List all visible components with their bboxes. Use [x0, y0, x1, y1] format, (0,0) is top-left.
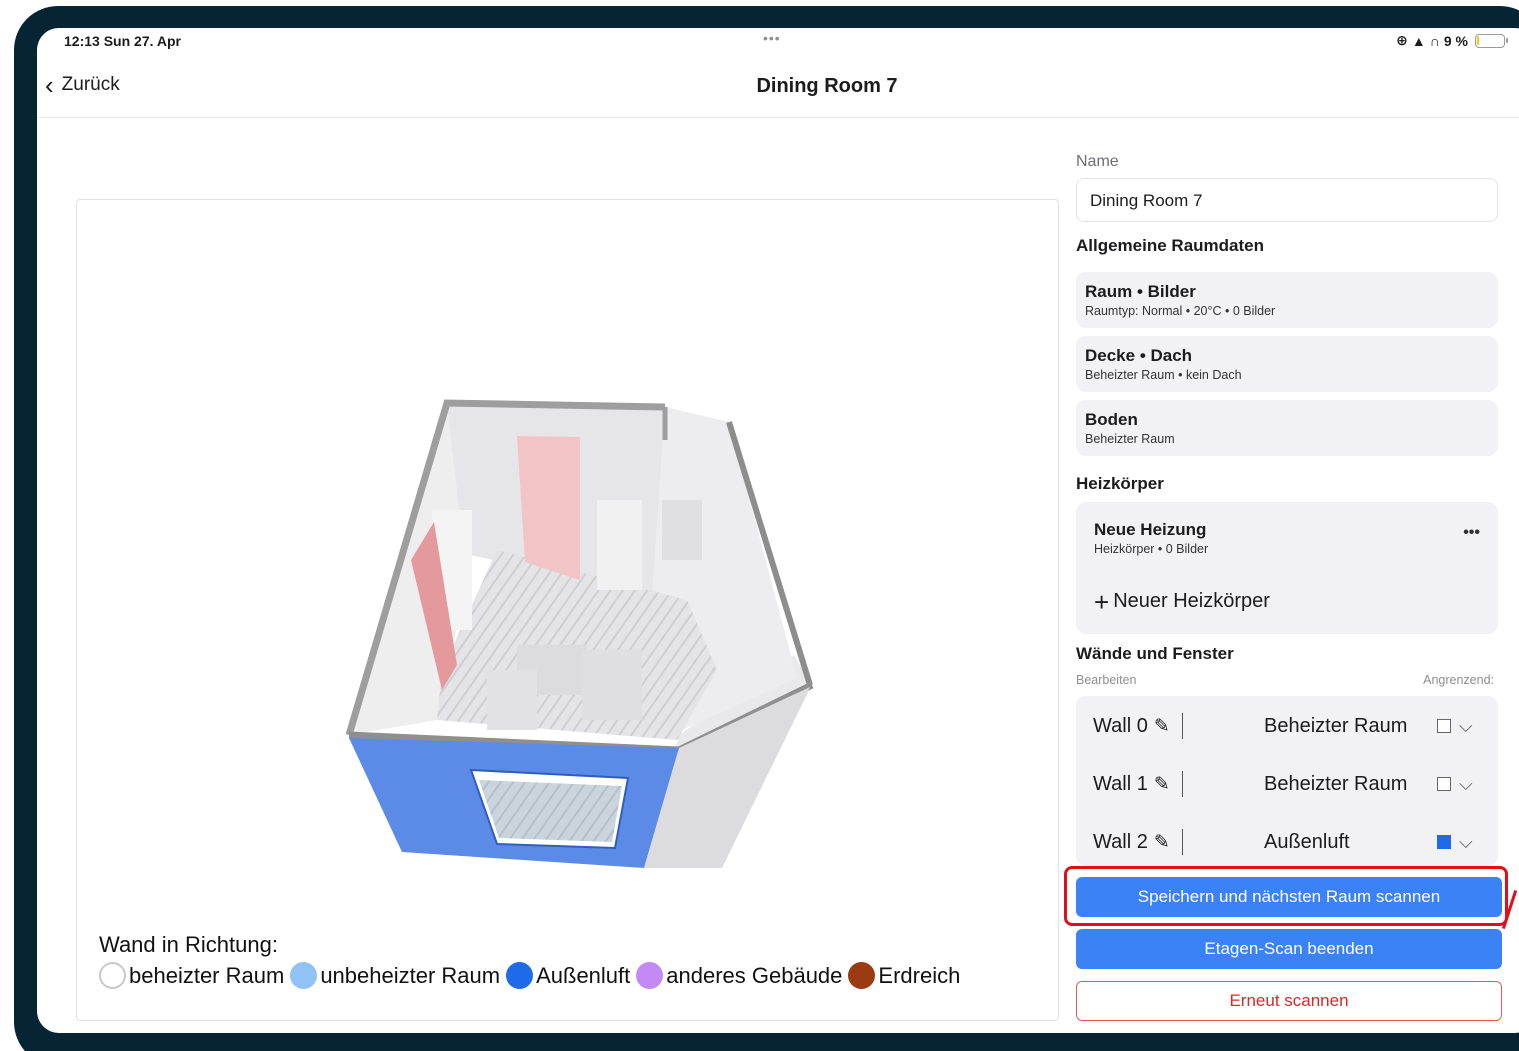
legend-items: beheizter Raum unbeheizter Raum Außenluf… [99, 962, 966, 989]
headphones-icon: ∩ [1429, 32, 1440, 49]
walls-adjacent-label: Angrenzend: [1423, 673, 1494, 687]
status-bar: 12:13 Sun 27. Apr ••• ⊕ ▲ ∩ 9 % [37, 28, 1519, 54]
legend-label-ground: Erdreich [878, 962, 961, 988]
pencil-icon[interactable]: ✎ [1154, 715, 1170, 738]
room-3d-model[interactable] [77, 200, 1060, 1022]
battery-percent: 9 % [1443, 32, 1468, 49]
legend-item-other-building: anderes Gebäude [636, 962, 842, 989]
rescan-button[interactable]: Erneut scannen [1076, 981, 1502, 1021]
legend-label-other-building: anderes Gebäude [666, 962, 843, 988]
legend-item-unheated: unbeheizter Raum [290, 962, 500, 989]
wall-name: Wall 0 [1093, 714, 1148, 737]
card-subtitle: Beheizter Raum [1085, 432, 1175, 446]
wall-adjacent: Außenluft [1264, 830, 1350, 853]
name-label: Name [1076, 153, 1119, 170]
plus-icon: + [1094, 586, 1110, 617]
card-subtitle: Raumtyp: Normal • 20°C • 0 Bilder [1085, 304, 1276, 318]
legend-dot-unheated [290, 962, 318, 989]
heater-subtitle: Heizkörper • 0 Bilder [1094, 542, 1209, 556]
status-time: 12:13 Sun 27. Apr [64, 33, 181, 49]
wall-color-swatch [1437, 719, 1451, 733]
legend-item-ground: Erdreich [848, 962, 960, 989]
ceiling-roof-card[interactable]: Decke • Dach Beheizter Raum • kein Dach [1076, 336, 1498, 392]
room-name-input[interactable]: Dining Room 7 [1076, 178, 1498, 222]
heater-title[interactable]: Neue Heizung [1094, 520, 1480, 540]
wall-name: Wall 1 [1093, 772, 1148, 795]
legend-item-outside-air: Außenluft [506, 962, 630, 989]
add-heater-label: Neuer Heizkörper [1113, 590, 1270, 612]
device: 12:13 Sun 27. Apr ••• ⊕ ▲ ∩ 9 % ‹ Zurück… [0, 0, 1519, 1051]
walls-edit-label: Bearbeiten [1076, 673, 1137, 687]
general-section-title: Allgemeine Raumdaten [1076, 236, 1264, 255]
link-icon: ⊕ [1396, 32, 1408, 48]
card-subtitle: Beheizter Raum • kein Dach [1085, 368, 1242, 382]
furniture [597, 500, 642, 590]
pencil-icon[interactable]: ✎ [1154, 773, 1170, 796]
legend-dot-other-building [636, 962, 664, 989]
wall-row[interactable]: Wall 0 ✎ Beheizter Raum ⌵ [1076, 697, 1498, 755]
furniture [582, 650, 642, 720]
finish-floor-scan-button[interactable]: Etagen-Scan beenden [1076, 929, 1502, 969]
legend-item-heated: beheizter Raum [99, 962, 284, 989]
highlight-annotation [1064, 866, 1508, 926]
more-options-icon[interactable]: ••• [1463, 524, 1480, 542]
room-images-card[interactable]: Raum • Bilder Raumtyp: Normal • 20°C • 0… [1076, 272, 1498, 328]
wall-direction-legend: Wand in Richtung: beheizter Raum unbehei… [99, 932, 966, 989]
wall-adjacent: Beheizter Raum [1264, 772, 1408, 795]
status-icons: ⊕ ▲ ∩ 9 % [1396, 32, 1508, 49]
walls-section-title: Wände und Fenster [1076, 644, 1234, 663]
room-model-viewer[interactable]: Wand in Richtung: beheizter Raum unbehei… [76, 199, 1059, 1021]
walls-list: Wall 0 ✎ Beheizter Raum ⌵ Wall 1 ✎ Behei… [1076, 696, 1498, 866]
furniture [487, 670, 537, 730]
heating-section-title: Heizkörper [1076, 474, 1164, 493]
wall-name: Wall 2 [1093, 830, 1148, 853]
chevron-down-icon[interactable]: ⌵ [1459, 832, 1473, 853]
page-title: Dining Room 7 [756, 75, 898, 97]
wall-color-swatch [1437, 835, 1451, 849]
battery-icon [1475, 33, 1508, 48]
heater-card: Neue Heizung Heizkörper • 0 Bilder ••• +… [1076, 502, 1498, 634]
add-heater-button[interactable]: + Neuer Heizkörper [1094, 586, 1270, 617]
legend-label-heated: beheizter Raum [129, 962, 285, 988]
person-icon: ▲ [1411, 32, 1426, 49]
wall-color-swatch [1437, 777, 1451, 791]
legend-dot-outside-air [506, 962, 534, 989]
legend-dot-heated [99, 962, 126, 989]
chevron-down-icon[interactable]: ⌵ [1459, 716, 1473, 737]
chevron-down-icon[interactable]: ⌵ [1459, 774, 1473, 795]
battery-level [1477, 35, 1479, 45]
card-title: Boden [1085, 410, 1138, 429]
legend-title: Wand in Richtung: [99, 932, 278, 957]
furniture [662, 500, 702, 560]
legend-label-unheated: unbeheizter Raum [320, 962, 501, 988]
pencil-icon[interactable]: ✎ [1154, 831, 1170, 854]
legend-label-outside-air: Außenluft [536, 962, 631, 988]
floor-card[interactable]: Boden Beheizter Raum [1076, 400, 1498, 456]
legend-dot-ground [848, 962, 876, 989]
card-title: Decke • Dach [1085, 346, 1193, 365]
multitask-dots[interactable]: ••• [763, 30, 781, 46]
navigation-bar: ‹ Zurück Dining Room 7 [37, 58, 1519, 118]
wall-adjacent: Beheizter Raum [1264, 714, 1408, 737]
card-title: Raum • Bilder [1085, 282, 1196, 301]
wall-row[interactable]: Wall 1 ✎ Beheizter Raum ⌵ [1076, 755, 1498, 813]
wall-row[interactable]: Wall 2 ✎ Außenluft ⌵ [1076, 813, 1498, 871]
door [517, 436, 580, 580]
